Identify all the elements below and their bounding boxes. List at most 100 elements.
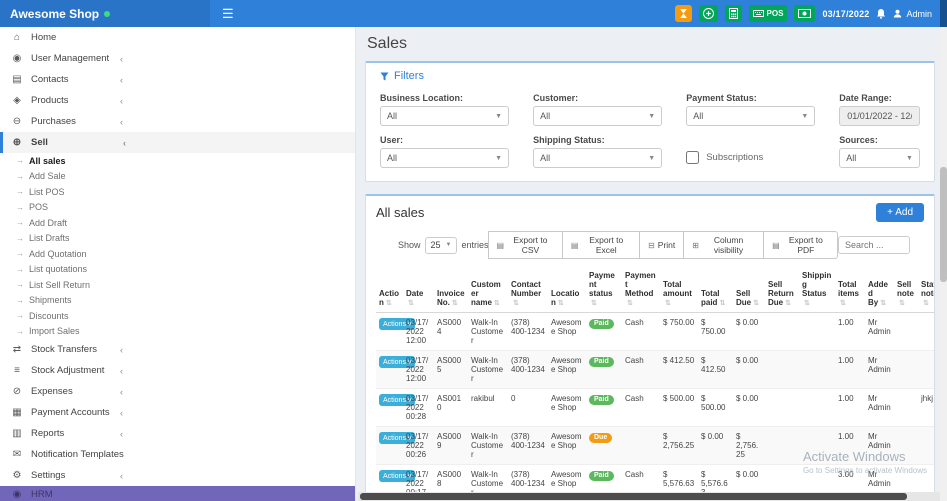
menu-toggle-icon[interactable]: ☰ — [210, 6, 246, 22]
filters-header[interactable]: Filters — [380, 70, 440, 82]
date-range-input[interactable] — [839, 106, 920, 126]
columns-icon: ⊞ — [692, 240, 699, 250]
sidebar-item[interactable]: ⌂ Home — [0, 27, 355, 48]
sell-submenu-item[interactable]: → Import Sales — [0, 324, 355, 340]
sidebar-item[interactable]: ⊘ Expenses ‹ — [0, 381, 355, 402]
chevron-left-icon: ‹ — [120, 428, 123, 439]
cell-sell-due: $ 0.00 — [733, 312, 765, 351]
arrow-right-icon: → — [16, 295, 24, 305]
sidebar-item[interactable]: ▥ Reports ‹ — [0, 423, 355, 444]
column-header[interactable]: Payment status⇅ — [586, 268, 622, 313]
table-search-input[interactable] — [838, 236, 910, 254]
column-header[interactable]: Total paid ⇅ — [698, 268, 733, 313]
column-header[interactable]: Shipping Status⇅ — [799, 268, 835, 313]
shipping-status-label: Shipping Status: — [533, 135, 605, 145]
sidebar-item[interactable]: ◉ User Management ‹ — [0, 48, 355, 69]
filters-title: Filters — [394, 70, 424, 82]
register-button[interactable] — [794, 5, 816, 22]
pos-button[interactable]: POS — [748, 5, 788, 22]
column-header[interactable]: Action ⇅ — [376, 268, 403, 313]
subscriptions-checkbox[interactable] — [686, 151, 700, 164]
column-header[interactable]: Total items⇅ — [835, 268, 865, 313]
table-row: Actions ▾ 03/17/2022 00:28 AS0010 rakibu… — [376, 388, 934, 427]
column-header[interactable]: Added By ⇅ — [865, 268, 894, 313]
sell-submenu-item[interactable]: → Add Draft — [0, 215, 355, 231]
sell-submenu-item[interactable]: → Discounts — [0, 308, 355, 324]
topbar-edge-button[interactable] — [940, 0, 947, 27]
bar-chart-icon: ▥ — [12, 428, 22, 439]
sell-submenu-item[interactable]: → Shipments — [0, 293, 355, 309]
column-header[interactable]: Location ⇅ — [548, 268, 586, 313]
column-header[interactable]: Customer name ⇅ — [468, 268, 508, 313]
sell-submenu-item[interactable]: → Add Quotation — [0, 246, 355, 262]
cell-shipping-status — [799, 312, 835, 351]
user-name: Admin — [906, 8, 932, 19]
sidebar-item-label: Settings — [31, 470, 66, 481]
keyboard-icon — [752, 9, 764, 18]
sidebar-item[interactable]: ⚙ Settings ‹ — [0, 465, 355, 486]
sell-submenu-item[interactable]: → Add Sale — [0, 169, 355, 185]
user-menu[interactable]: Admin — [893, 9, 932, 19]
customer-select[interactable]: All ▼ — [533, 106, 663, 126]
cell-added-by: Mr Admin — [865, 350, 894, 389]
export-button[interactable]: ▤ Export to Excel — [561, 231, 641, 259]
payment-status-select[interactable]: All ▼ — [686, 106, 816, 126]
show-entries-prefix: Show — [398, 240, 421, 250]
sidebar-item[interactable]: ◈ Products ‹ — [0, 90, 355, 111]
add-sale-button[interactable]: + Add — [876, 203, 924, 222]
horizontal-scrollbar[interactable] — [358, 492, 940, 501]
column-header[interactable]: Invoice No. ⇅ — [434, 268, 468, 313]
user-icon — [893, 9, 902, 18]
cell-total-items: 1.00 — [835, 388, 865, 427]
sell-submenu-item[interactable]: → List Sell Return — [0, 277, 355, 293]
column-header[interactable]: Payment Method⇅ — [622, 268, 660, 313]
export-button[interactable]: ⊟ Print — [639, 231, 685, 259]
export-button[interactable]: ⊞ Column visibility — [683, 231, 765, 259]
sidebar-item[interactable]: ✉ Notification Templates — [0, 444, 355, 465]
add-shortcut-button[interactable] — [698, 5, 718, 22]
customer-value: All — [540, 111, 551, 121]
sell-submenu-item[interactable]: → List Drafts — [0, 231, 355, 247]
column-header[interactable]: Contact Number⇅ — [508, 268, 548, 313]
sell-submenu-item[interactable]: → List quotations — [0, 262, 355, 278]
column-header[interactable]: Total amount⇅ — [660, 268, 698, 313]
sort-icon: ⇅ — [513, 300, 519, 307]
submenu-item-label: All sales — [29, 155, 66, 166]
sort-icon: ⇅ — [591, 300, 597, 307]
sidebar-item-label: Expenses — [31, 386, 73, 397]
calculator-button[interactable] — [724, 5, 742, 22]
user-filter-select[interactable]: All ▼ — [380, 148, 510, 168]
sidebar-item[interactable]: ⊕ Sell ‹ — [0, 132, 355, 153]
sidebar-item[interactable]: ⊖ Purchases ‹ — [0, 111, 355, 132]
column-header[interactable]: Staff note⇅ — [918, 268, 934, 313]
horizontal-scrollbar-thumb[interactable] — [360, 493, 908, 500]
column-header[interactable]: Sell Due ⇅ — [733, 268, 765, 313]
sidebar-item[interactable]: ≡ Stock Adjustment ‹ — [0, 360, 355, 381]
sell-submenu-item[interactable]: → POS — [0, 200, 355, 216]
todo-timer-button[interactable] — [674, 5, 692, 22]
page-length-select[interactable]: 25 ▼ — [424, 236, 458, 254]
cell-customer-name: Walk-In Customer — [468, 350, 508, 389]
column-header[interactable]: Sell Return Due ⇅ — [765, 268, 799, 313]
export-button[interactable]: ▤ Export to PDF — [763, 231, 838, 259]
column-header[interactable]: Sell note⇅ — [894, 268, 918, 313]
sidebar-item[interactable]: ⇄ Stock Transfers ‹ — [0, 339, 355, 360]
sources-select[interactable]: All ▼ — [839, 148, 920, 168]
vertical-scrollbar-thumb[interactable] — [940, 167, 947, 282]
vertical-scrollbar[interactable] — [940, 27, 947, 501]
brand[interactable]: Awesome Shop — [0, 0, 210, 27]
sidebar-module-item[interactable]: ◉ HRM — [0, 486, 355, 501]
shipping-status-select[interactable]: All ▼ — [533, 148, 663, 168]
cell-sell-note — [894, 350, 918, 389]
export-button[interactable]: ▤ Export to CSV — [487, 231, 563, 259]
sell-submenu-item[interactable]: → All sales — [0, 153, 355, 169]
notifications-bell-icon[interactable] — [876, 8, 886, 19]
sidebar-item[interactable]: ▦ Payment Accounts ‹ — [0, 402, 355, 423]
cell-staff-note: jhkj — [918, 388, 934, 427]
column-header[interactable]: Date⇅ — [403, 268, 434, 313]
cell-date: 03/17/2022 12:00 — [403, 312, 434, 351]
sidebar-item[interactable]: ▤ Contacts ‹ — [0, 69, 355, 90]
chevron-left-icon: ‹ — [120, 95, 123, 106]
business-location-select[interactable]: All ▼ — [380, 106, 510, 126]
sell-submenu-item[interactable]: → List POS — [0, 184, 355, 200]
